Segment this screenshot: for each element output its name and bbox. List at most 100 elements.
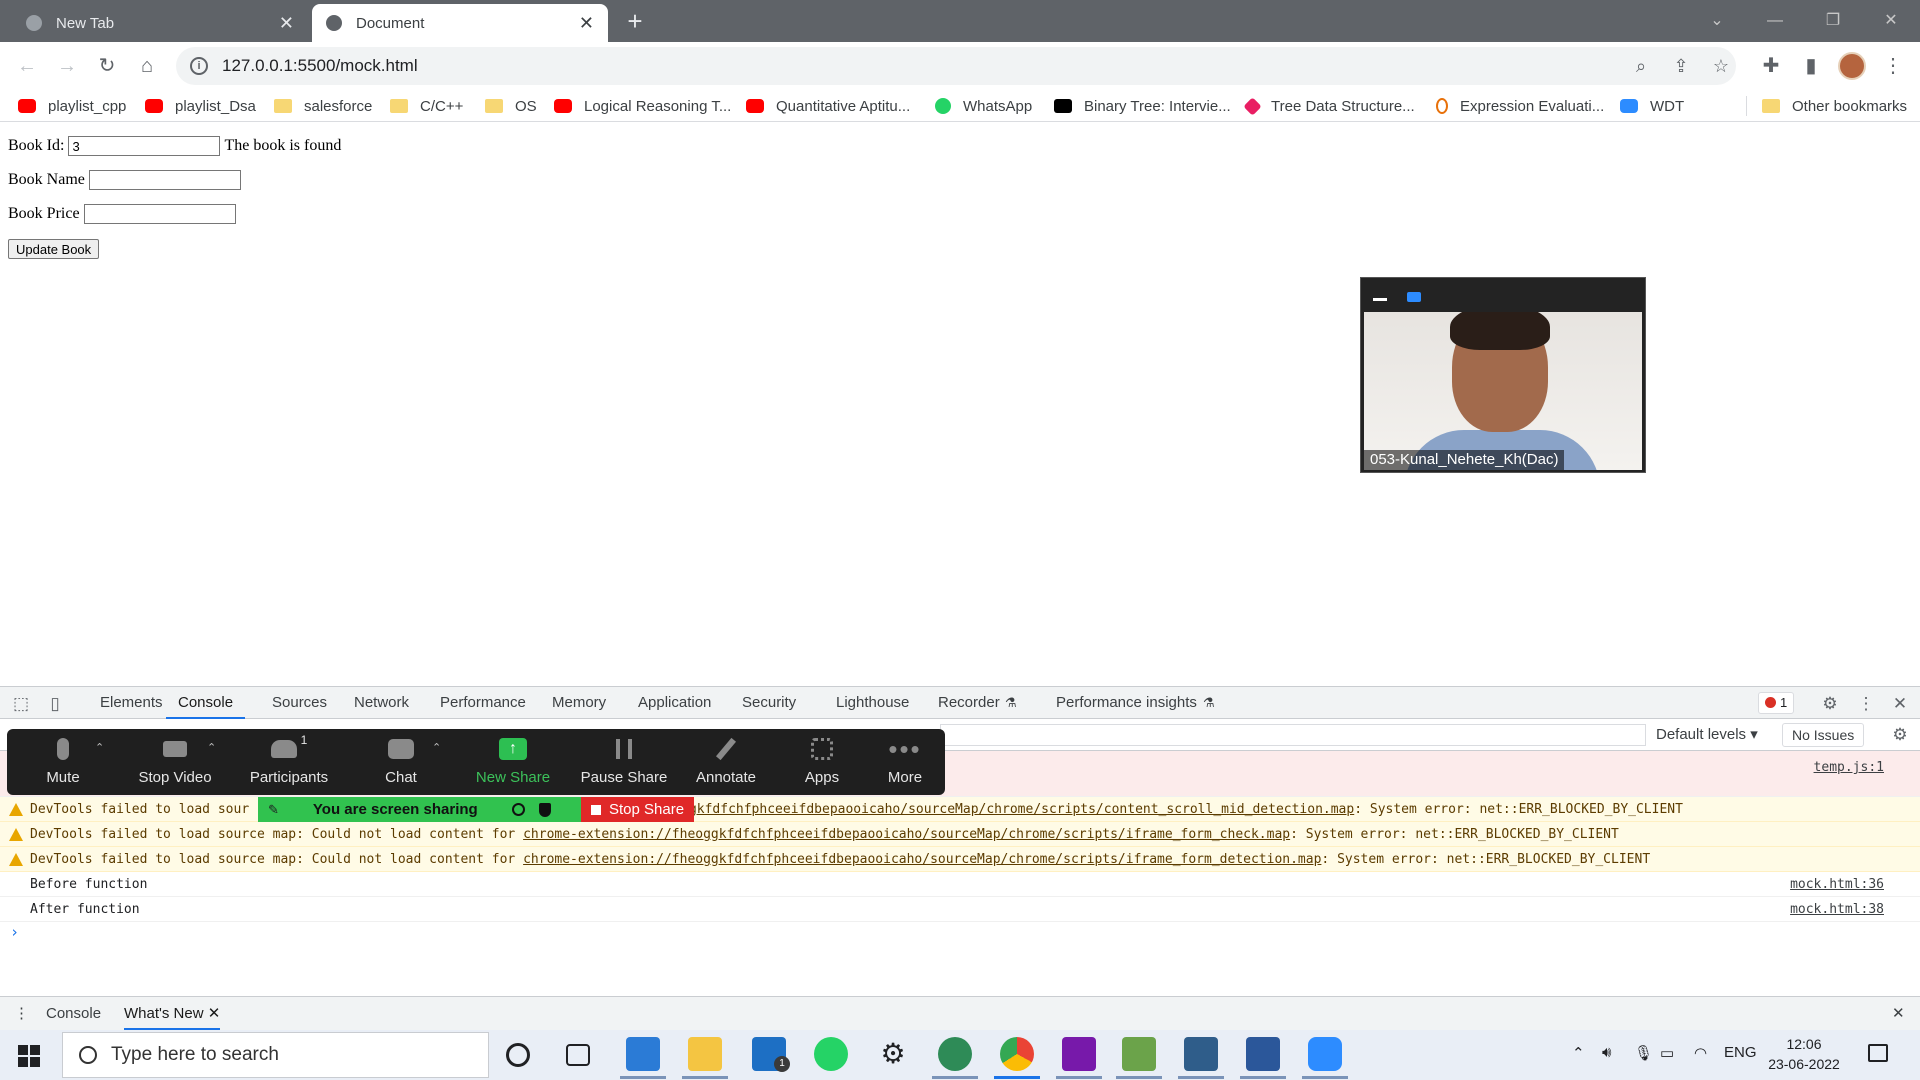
bookmark-item[interactable]: WhatsApp [935, 94, 1032, 118]
tab-new-tab[interactable]: New Tab ✕ [12, 4, 308, 42]
devtools-tab-security[interactable]: Security [742, 687, 796, 719]
whatsapp-icon[interactable] [814, 1037, 848, 1071]
devtools-tab-recorder[interactable]: Recorder [938, 687, 1000, 719]
tab-search-icon[interactable]: ⌄ [1694, 6, 1740, 36]
bookmark-item[interactable]: playlist_Dsa [145, 94, 256, 118]
issues-button[interactable]: No Issues [1782, 723, 1865, 747]
url-text[interactable]: 127.0.0.1:5500/mock.html [222, 56, 418, 76]
close-tab-icon[interactable]: ✕ [579, 13, 594, 34]
restore-icon[interactable]: ❐ [1810, 6, 1856, 36]
image-viewer-icon[interactable] [1122, 1037, 1156, 1071]
task-view-icon[interactable] [566, 1044, 590, 1066]
word-icon[interactable] [1246, 1037, 1280, 1071]
forward-icon[interactable]: → [52, 51, 82, 81]
bookmark-star-icon[interactable]: ☆ [1706, 51, 1736, 81]
close-devtools-icon[interactable]: ✕ [1889, 693, 1911, 715]
chrome-icon[interactable] [1000, 1037, 1034, 1071]
taskbar-clock[interactable]: 12:06 23-06-2022 [1764, 1034, 1844, 1074]
book-name-input[interactable] [88, 170, 241, 190]
device-toolbar-icon[interactable]: ▯ [44, 693, 66, 715]
bookmark-item[interactable]: playlist_cpp [18, 94, 126, 118]
bookmark-item[interactable]: Expression Evaluati... [1436, 94, 1604, 118]
onenote-icon[interactable] [1062, 1037, 1096, 1071]
book-price-input[interactable] [83, 204, 236, 224]
speaker-icon[interactable]: 🔊︎ [1602, 1044, 1611, 1061]
settings-gear-icon[interactable]: ⚙ [1819, 693, 1841, 715]
avatar[interactable] [1838, 52, 1866, 80]
bookmark-item[interactable]: C/C++ [390, 94, 463, 118]
drawer-menu-icon[interactable]: ⋮ [14, 997, 29, 1030]
console-prompt-icon[interactable]: › [10, 923, 19, 941]
bookmark-item[interactable]: Quantitative Aptitu... [746, 94, 910, 118]
zoom-app-icon[interactable] [1308, 1037, 1342, 1071]
cortana-icon[interactable] [506, 1043, 530, 1067]
devtools-tab-memory[interactable]: Memory [552, 687, 606, 719]
site-info-icon[interactable]: i [190, 57, 208, 75]
more-options-icon[interactable]: ⋮ [1855, 693, 1877, 715]
inspect-element-icon[interactable]: ⬚ [10, 693, 32, 715]
chevron-up-icon[interactable]: ⌃ [95, 741, 104, 754]
log-levels-dropdown[interactable]: Default levels ▾ [1656, 725, 1758, 743]
share-icon[interactable]: ⇪ [1666, 51, 1696, 81]
apps-button[interactable]: Apps [779, 729, 865, 795]
devtools-tab-elements[interactable]: Elements [100, 687, 163, 719]
vscode-icon[interactable] [626, 1037, 660, 1071]
error-count-badge[interactable]: 1 [1758, 692, 1795, 714]
reload-icon[interactable]: ↻ [92, 51, 122, 81]
notification-icon[interactable] [1868, 1044, 1888, 1062]
annotate-button[interactable]: Annotate [683, 729, 769, 795]
file-explorer-icon[interactable] [688, 1037, 722, 1071]
more-button[interactable]: ••• More [867, 729, 943, 795]
address-bar[interactable]: i 127.0.0.1:5500/mock.html ⌕ ⇪ ☆ [176, 47, 1736, 85]
bookmark-item[interactable]: Binary Tree: Intervie... [1054, 94, 1231, 118]
new-tab-button[interactable]: + [620, 7, 650, 37]
minimize-icon[interactable]: — [1752, 6, 1798, 36]
stop-video-button[interactable]: Stop Video [123, 729, 227, 795]
drawer-tab-console[interactable]: Console [46, 997, 101, 1030]
microphone-icon[interactable]: 🎙︎ [1634, 1044, 1653, 1062]
new-share-button[interactable]: ↑ New Share [463, 729, 563, 795]
other-bookmarks[interactable]: Other bookmarks [1762, 94, 1907, 118]
windows-start-icon[interactable] [18, 1045, 40, 1067]
language-indicator[interactable]: ENG [1724, 1044, 1757, 1061]
close-icon[interactable]: ✕ [208, 1005, 221, 1022]
stop-share-button[interactable]: Stop Share [581, 797, 695, 822]
drawer-tab-whats-new[interactable]: What's New ✕ [124, 997, 221, 1030]
bookmark-item[interactable]: Logical Reasoning T... [554, 94, 731, 118]
update-book-button[interactable]: Update Book [8, 239, 100, 259]
view-switch-icon[interactable] [1407, 292, 1421, 302]
side-panel-icon[interactable]: ▮ [1796, 51, 1826, 81]
close-window-icon[interactable]: ✕ [1868, 6, 1914, 36]
chevron-up-icon[interactable]: ⌃ [1572, 1044, 1585, 1062]
devtools-tab-lighthouse[interactable]: Lighthouse [836, 687, 909, 719]
bookmark-item[interactable]: OS [485, 94, 537, 118]
info-icon[interactable] [511, 803, 525, 816]
chevron-up-icon[interactable]: ⌃ [432, 741, 441, 754]
chat-button[interactable]: Chat [355, 729, 447, 795]
close-tab-icon[interactable]: ✕ [279, 13, 294, 34]
back-icon[interactable]: ← [12, 51, 42, 81]
message-source-link[interactable]: mock.html:36 [1790, 872, 1884, 897]
mute-button[interactable]: Mute [17, 729, 109, 795]
shield-icon[interactable] [538, 802, 551, 817]
zoom-icon[interactable]: ⌕ [1626, 51, 1656, 81]
devtools-tab-performance[interactable]: Performance [440, 687, 526, 719]
message-source-link[interactable]: temp.js:1 [1814, 755, 1884, 780]
message-source-link[interactable]: mock.html:38 [1790, 897, 1884, 922]
pause-share-button[interactable]: Pause Share [569, 729, 679, 795]
close-drawer-icon[interactable]: ✕ [1892, 997, 1905, 1030]
participants-button[interactable]: 1 Participants [239, 729, 339, 795]
chevron-up-icon[interactable]: ⌃ [207, 741, 216, 754]
source-map-link[interactable]: chrome-extension://fheoggkfdfchfphceeifd… [523, 827, 1290, 842]
devtools-tab-application[interactable]: Application [638, 687, 711, 719]
drag-handle-icon[interactable]: ✎ [268, 802, 279, 818]
devtools-tab-sources[interactable]: Sources [272, 687, 327, 719]
bookmark-item[interactable]: salesforce [274, 94, 372, 118]
console-filter-input[interactable] [940, 724, 1646, 746]
source-map-link[interactable]: //fheoggkfdfchfphceeifdbepaooicaho/sourc… [634, 802, 1354, 817]
bookmark-item[interactable]: Tree Data Structure... [1243, 94, 1415, 118]
taskbar-search-input[interactable]: Type here to search [62, 1032, 489, 1078]
console-settings-icon[interactable]: ⚙ [1889, 724, 1911, 746]
tab-document[interactable]: Document ✕ [312, 4, 608, 42]
edge-icon[interactable] [938, 1037, 972, 1071]
